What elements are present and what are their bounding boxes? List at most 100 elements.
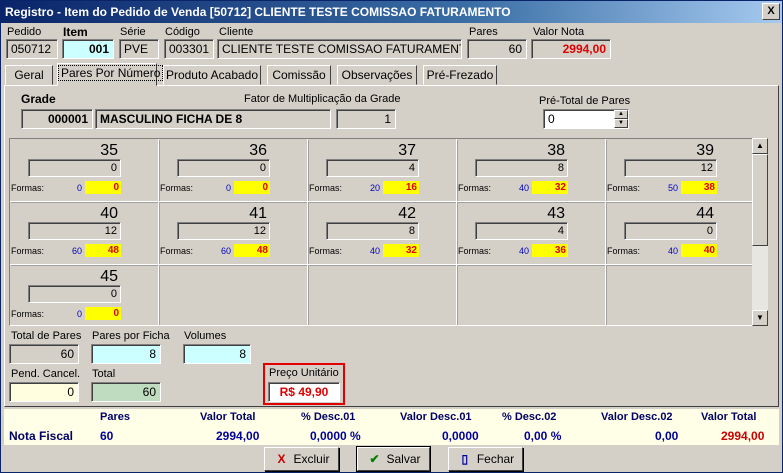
size-number: 41 — [249, 205, 267, 222]
size-grid: 35 0 Formas: 0 0 36 0 Formas: 0 0 37 4 Formas: 20 16 38… — [9, 138, 767, 326]
scroll-up-icon[interactable]: ▲ — [752, 138, 768, 154]
tab-pre-frezado[interactable]: Pré-Frezado — [423, 65, 497, 85]
size-qty-field[interactable]: 0 — [177, 159, 270, 177]
formas-label: Formas: — [11, 246, 45, 256]
size-qty-field[interactable]: 0 — [28, 285, 121, 303]
formas-used: 0 — [85, 307, 121, 320]
formas-available: 40 — [518, 246, 529, 256]
footer-header-valor-total: Valor Total — [200, 411, 256, 423]
cliente-field[interactable]: CLIENTE TESTE COMISSAO FATURAMENTO — [217, 39, 462, 59]
scroll-thumb[interactable] — [752, 154, 768, 246]
formas-available: 20 — [369, 183, 380, 193]
footer-valor-desc01-value: 0,0000 — [442, 429, 479, 443]
size-cell: 36 0 Formas: 0 0 — [159, 139, 308, 202]
fechar-button[interactable]: ▯ Fechar — [448, 447, 523, 471]
scroll-down-icon[interactable]: ▼ — [752, 310, 768, 326]
item-field[interactable]: 001 — [62, 39, 114, 59]
footer-valor-desc02-value: 0,00 — [655, 429, 679, 443]
pares-field[interactable]: 60 — [467, 39, 527, 59]
empty-size-cell — [457, 265, 606, 325]
valor-nota-field[interactable]: 2994,00 — [531, 39, 611, 59]
size-qty-field[interactable]: 12 — [624, 159, 717, 177]
pre-total-label: Pré-Total de Pares — [539, 95, 631, 107]
formas-available: 40 — [369, 246, 380, 256]
volumes-field[interactable]: 8 — [183, 344, 251, 364]
pre-total-spinner[interactable]: 0 ▲ ▼ — [543, 109, 629, 129]
pares-label: Pares — [469, 26, 498, 38]
size-qty-field[interactable]: 4 — [475, 222, 568, 240]
formas-used: 40 — [681, 244, 717, 257]
size-qty-field[interactable]: 12 — [28, 222, 121, 240]
formas-label: Formas: — [309, 183, 343, 193]
size-cell: 40 12 Formas: 60 48 — [10, 202, 159, 265]
size-qty-field[interactable]: 12 — [177, 222, 270, 240]
tab-comissao[interactable]: Comissão — [267, 65, 331, 85]
size-cell: 43 4 Formas: 40 36 — [457, 202, 606, 265]
size-qty-field[interactable]: 0 — [624, 222, 717, 240]
grade-label: Grade — [21, 92, 56, 106]
formas-label: Formas: — [11, 309, 45, 319]
size-number: 40 — [100, 205, 118, 222]
excluir-button[interactable]: X Excluir — [264, 447, 339, 471]
empty-size-cell — [606, 265, 755, 325]
total-label: Total — [92, 368, 116, 380]
nota-fiscal-summary: Pares Valor Total % Desc.01 Valor Desc.0… — [4, 409, 779, 445]
grade-name-field[interactable]: MASCULINO FICHA DE 8 — [95, 109, 331, 129]
close-icon[interactable]: X — [762, 3, 780, 20]
tab-observacoes[interactable]: Observações — [337, 65, 417, 85]
formas-available: 60 — [71, 246, 82, 256]
formas-used: 36 — [532, 244, 568, 257]
formas-available: 50 — [667, 183, 678, 193]
codigo-field[interactable]: 003301 — [164, 39, 214, 59]
size-qty-field[interactable]: 8 — [326, 222, 419, 240]
pedido-field[interactable]: 050712 — [6, 39, 58, 59]
formas-available: 40 — [667, 246, 678, 256]
formas-label: Formas: — [160, 246, 194, 256]
serie-field[interactable]: PVE — [119, 39, 159, 59]
size-cell: 42 8 Formas: 40 32 — [308, 202, 457, 265]
preco-field[interactable]: R$ 49,90 — [268, 382, 340, 402]
total-pares-field[interactable]: 60 — [9, 344, 79, 364]
salvar-button[interactable]: ✔ Salvar — [356, 446, 431, 472]
footer-desc02-value: 0,00 % — [524, 429, 562, 443]
size-qty-field[interactable]: 4 — [326, 159, 419, 177]
footer-header-valor-desc02: Valor Desc.02 — [601, 411, 673, 423]
volumes-label: Volumes — [184, 330, 227, 342]
footer-desc01-value: 0,0000 % — [310, 429, 361, 443]
size-cell: 39 12 Formas: 50 38 — [606, 139, 755, 202]
pend-cancel-field[interactable]: 0 — [9, 382, 79, 402]
total-field[interactable]: 60 — [91, 382, 161, 402]
check-icon: ✔ — [369, 452, 380, 466]
fator-field[interactable]: 1 — [336, 109, 396, 129]
tab-geral[interactable]: Geral — [5, 65, 53, 85]
salvar-label: Salvar — [386, 452, 421, 466]
formas-used: 48 — [85, 244, 121, 257]
size-number: 44 — [696, 205, 714, 222]
tab-pares-por-numero[interactable]: Pares Por Número — [57, 63, 164, 86]
footer-header-pares: Pares — [100, 411, 130, 423]
codigo-label: Código — [165, 26, 200, 38]
formas-available: 0 — [76, 309, 82, 319]
formas-used: 32 — [383, 244, 419, 257]
formas-available: 40 — [518, 183, 529, 193]
fechar-label: Fechar — [476, 452, 515, 466]
footer-header-valor-total-2: Valor Total — [701, 411, 757, 423]
pre-total-value: 0 — [548, 112, 555, 126]
door-icon: ▯ — [461, 452, 469, 466]
formas-available: 60 — [220, 246, 231, 256]
formas-used: 38 — [681, 181, 717, 194]
formas-label: Formas: — [458, 183, 492, 193]
formas-used: 48 — [234, 244, 270, 257]
grade-code-field[interactable]: 000001 — [21, 109, 93, 129]
size-cell: 37 4 Formas: 20 16 — [308, 139, 457, 202]
footer-header-desc02: % Desc.02 — [502, 411, 557, 423]
formas-used: 0 — [234, 181, 270, 194]
spin-down-icon[interactable]: ▼ — [614, 119, 628, 128]
grid-scrollbar[interactable]: ▲ ▼ — [752, 138, 768, 326]
formas-label: Formas: — [11, 183, 45, 193]
spin-up-icon[interactable]: ▲ — [614, 110, 628, 119]
pares-ficha-field[interactable]: 8 — [91, 344, 161, 364]
size-qty-field[interactable]: 8 — [475, 159, 568, 177]
size-qty-field[interactable]: 0 — [28, 159, 121, 177]
tab-produto-acabado[interactable]: Produto Acabado — [163, 65, 261, 85]
